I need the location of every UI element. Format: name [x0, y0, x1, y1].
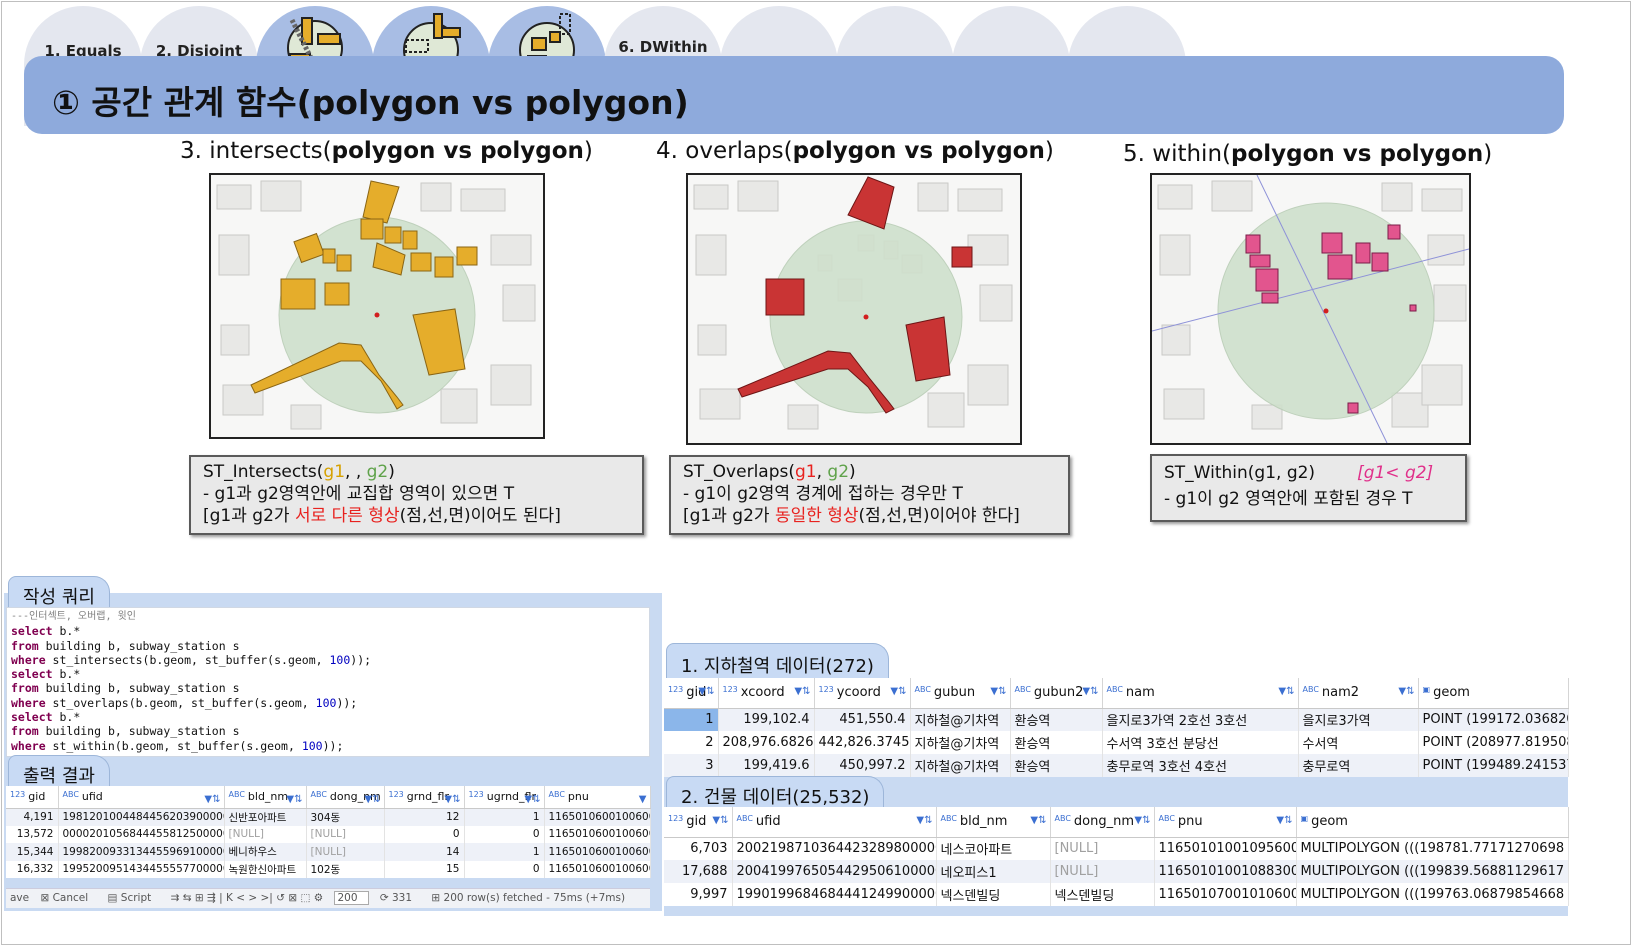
within-map	[1150, 173, 1471, 445]
within-title: 5. within(polygon vs polygon)	[1123, 141, 1493, 167]
result-table: 123 gid ABC ufid ▼⇅ ABC bld_nm ▼⇅ ABC dong_nm ▼…	[6, 786, 651, 878]
overlaps-title: 4. overlaps(polygon vs polygon)	[656, 138, 1054, 164]
table-row[interactable]: 16,33219952009514344555577000000000녹원한신아…	[6, 860, 651, 878]
sql-line: select b.*	[11, 710, 81, 725]
table-row[interactable]: 6,70320021987103644232898000000000네스코아파트…	[664, 837, 1569, 860]
table-row[interactable]: 17,68820041997650544295061000000000네오피스1…	[664, 860, 1569, 883]
page-title: ① 공간 관계 함수(polygon vs polygon)	[52, 83, 689, 122]
col-nam[interactable]: ABC nam ▼⇅	[1102, 678, 1299, 709]
tab-label: 6. DWithin	[618, 38, 708, 56]
result-statusbar: ave ⊠ Cancel ▤ Script ⇉ ⇆ ⊞ ⇶ | K < > >|…	[6, 888, 650, 908]
sql-line: select b.*	[11, 624, 81, 639]
subway-table: 123 gid ▼⇅ 123 xcoord ▼⇅ 123 ycoord ▼⇅ ABC gubu…	[664, 678, 1569, 777]
within-description: ST_Within(g1, g2) [g1< g2] - g1이 g2 영역안에 …	[1150, 454, 1467, 522]
col-dong-nm[interactable]: ABC dong_nm ▼⇅	[306, 786, 385, 809]
col-gid[interactable]: 123 gid ▼⇅	[664, 807, 733, 838]
col-ufid[interactable]: ABC ufid ▼⇅	[58, 786, 225, 809]
sql-line: where st_intersects(b.geom, st_buffer(s.…	[11, 652, 372, 667]
col-geom[interactable]: ▣ geom	[1296, 807, 1569, 838]
sql-line: from building b, subway_station s	[11, 638, 240, 653]
tab-building[interactable]: 2. 건물 데이터(25,532)	[666, 776, 885, 808]
col-ugrnd-flr[interactable]: 123 ugrnd_flr ▼⇅	[464, 786, 545, 809]
col-gubun2[interactable]: ABC gubun2 ▼⇅	[1010, 678, 1103, 709]
col-gid[interactable]: 123 gid	[6, 786, 59, 809]
col-pnu[interactable]: ABC pnu ▼⇅	[1154, 807, 1297, 838]
intersects-description: ST_Intersects(g1, , g2) - g1과 g2영역안에 교집합…	[189, 455, 644, 535]
title-banner: ① 공간 관계 함수(polygon vs polygon)	[24, 56, 1564, 134]
col-xcoord[interactable]: 123 xcoord ▼⇅	[718, 678, 815, 709]
col-nam2[interactable]: ABC nam2 ▼⇅	[1298, 678, 1419, 709]
tab-query[interactable]: 작성 쿼리	[8, 576, 110, 608]
col-ufid[interactable]: ABC ufid ▼⇅	[732, 807, 937, 838]
col-dong-nm[interactable]: ABC dong_nm ▼⇅	[1050, 807, 1155, 838]
sql-line: from building b, subway_station s	[11, 681, 240, 696]
script-button[interactable]: ▤ Script	[108, 892, 160, 904]
cancel-button[interactable]: ⊠ Cancel	[40, 892, 96, 904]
nav-icons[interactable]: ⇉ ⇆ ⊞ ⇶ | K < > >| ↺ ⊠ ⬚ ⚙	[171, 892, 324, 904]
col-ycoord[interactable]: 123 ycoord ▼⇅	[814, 678, 911, 709]
tab-result[interactable]: 출력 결과	[8, 755, 110, 787]
fetch-status: ⊞ 200 row(s) fetched - 75ms (+7ms)	[431, 892, 626, 904]
col-grnd-flr[interactable]: 123 grnd_flr ▼⇅	[384, 786, 465, 809]
table-row[interactable]: 15,34419982009331344559691000000000베니하우스…	[6, 843, 651, 861]
save-button[interactable]: ave	[10, 892, 29, 904]
table-row[interactable]: 3 199,419.6 450,997.2 지하철@기차역 환승역 충무로역 3호선 4호…	[664, 754, 1569, 777]
overlaps-map	[686, 173, 1022, 445]
slide-frame: 1. Equals 2. Disjoint 6. DWithin ① 공간 관계…	[1, 1, 1631, 945]
table-row[interactable]: 2 208,976.6826 442,826.3745 지하철@기차역 환승역 수서역 3…	[664, 731, 1569, 754]
sql-line: where st_within(b.geom, st_buffer(s.geom…	[11, 738, 344, 753]
sql-line: from building b, subway_station s	[11, 724, 240, 739]
sql-editor[interactable]: ---인터섹트, 오버랩, 윗인 select b.* from buildin…	[6, 607, 650, 757]
col-gubun[interactable]: ABC gubun ▼⇅	[910, 678, 1011, 709]
col-geom[interactable]: ▣ geom	[1418, 678, 1569, 709]
table-row[interactable]: 4,19119812010044844562039000000000신반포아파트…	[6, 808, 651, 826]
col-bld-nm[interactable]: ABC bld_nm ▼⇅	[936, 807, 1051, 838]
building-table: 123 gid ▼⇅ ABC ufid ▼⇅ ABC bld_nm ▼⇅ ABC dong_n…	[664, 807, 1569, 906]
sql-comment: ---인터섹트, 오버랩, 윗인	[11, 611, 136, 622]
table-row[interactable]: 1 199,102.4 451,550.4 지하철@기차역 환승역 을지로3가역 2호선 …	[664, 708, 1569, 731]
table-row[interactable]: 9,99719901996846844412499000000000넥스덴빌딩넥…	[664, 883, 1569, 906]
col-gid[interactable]: 123 gid ▼⇅	[664, 678, 719, 709]
tab-subway[interactable]: 1. 지하철역 데이터(272)	[666, 643, 889, 679]
overlaps-description: ST_Overlaps(g1, g2) - g1이 g2영역 경계에 접하는 경…	[669, 455, 1070, 535]
sql-line: select b.*	[11, 667, 81, 682]
col-pnu[interactable]: ABC pnu ▼	[544, 786, 651, 809]
sql-line: where st_overlaps(b.geom, st_buffer(s.ge…	[11, 695, 358, 710]
table-row[interactable]: 13,57200002010568444558125000000000[NULL…	[6, 825, 651, 843]
limit-input[interactable]: 200	[334, 891, 369, 905]
intersects-title: 3. intersects(polygon vs polygon)	[180, 138, 593, 164]
row-count: ⟳ 331	[379, 892, 413, 904]
intersects-map	[209, 173, 545, 439]
col-bld-nm[interactable]: ABC bld_nm ▼⇅	[224, 786, 307, 809]
